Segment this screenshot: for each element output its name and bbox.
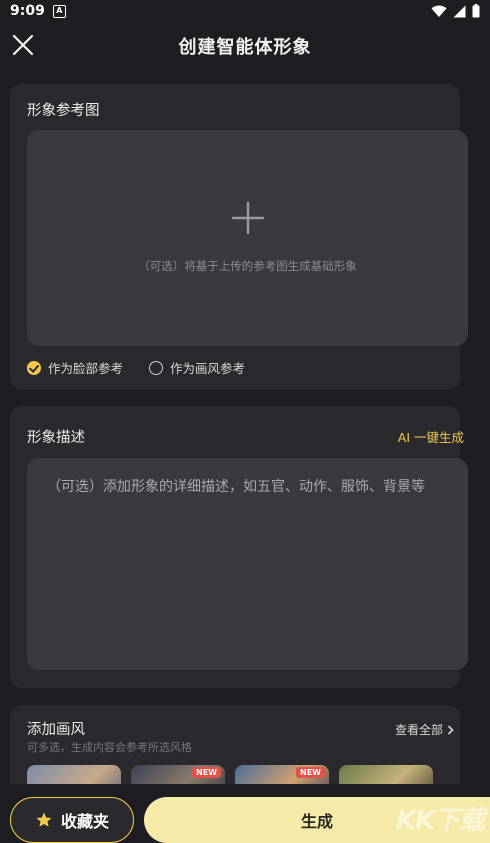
watermark-logo: KK下载 (395, 806, 485, 836)
generate-label: 生成 (300, 812, 333, 831)
radio-unchecked-icon (149, 360, 164, 375)
signal-icon (453, 5, 466, 17)
upload-hint: （可选）将基于上传的参考图生成基础形象 (138, 259, 357, 273)
close-icon[interactable] (10, 32, 36, 58)
page-title: 创建智能体形象 (178, 37, 312, 58)
favorites-label: 收藏夹 (60, 812, 109, 831)
style-reference-option[interactable]: 作为画风参考 (149, 358, 245, 377)
header: 创建智能体形象 (0, 24, 490, 68)
reference-upload-area[interactable]: （可选）将基于上传的参考图生成基础形象 (27, 130, 468, 346)
face-reference-label: 作为脸部参考 (48, 361, 124, 376)
style-thumbnail[interactable] (339, 765, 433, 785)
status-left: 9:09 A (10, 3, 66, 19)
style-thumbnail[interactable]: NEW (235, 765, 329, 785)
description-section-title: 形象描述 (27, 430, 85, 446)
style-thumbnails: NEW NEW (27, 765, 433, 785)
status-right (431, 4, 480, 18)
style-reference-label: 作为画风参考 (170, 361, 246, 376)
style-thumbnail[interactable] (27, 765, 121, 785)
new-badge: NEW (192, 767, 221, 778)
battery-icon (472, 4, 480, 18)
bottom-action-bar: 收藏夹 生成 KK下载 (0, 784, 490, 843)
style-section-subtitle: 可多选，生成内容会参考所选风格 (27, 741, 192, 754)
chevron-right-icon (447, 724, 454, 735)
plus-icon (231, 201, 265, 235)
style-section-title: 添加画风 (27, 722, 85, 738)
description-input[interactable]: （可选）添加形象的详细描述，如五官、动作、服饰、背景等 (27, 458, 468, 670)
style-thumbnail[interactable]: NEW (131, 765, 225, 785)
description-card: 形象描述 AI 一键生成 （可选）添加形象的详细描述，如五官、动作、服饰、背景等 (10, 406, 468, 688)
reference-mode-options: 作为脸部参考 作为画风参考 (27, 358, 245, 377)
new-badge: NEW (296, 767, 325, 778)
view-all-button[interactable]: 查看全部 (395, 721, 454, 738)
status-bar: 9:09 A (0, 0, 490, 22)
reference-image-card: 形象参考图 （可选）将基于上传的参考图生成基础形象 作为脸部参考 作为画风参考 (10, 84, 468, 390)
ai-generate-button[interactable]: AI 一键生成 (398, 427, 464, 446)
star-icon (36, 812, 52, 827)
reference-section-title: 形象参考图 (27, 103, 100, 119)
notification-app-icon: A (52, 4, 66, 18)
style-card: 添加画风 可多选，生成内容会参考所选风格 查看全部 NEW NEW (10, 705, 460, 785)
face-reference-option[interactable]: 作为脸部参考 (27, 358, 123, 377)
radio-checked-icon (27, 360, 41, 375)
wifi-icon (431, 5, 447, 17)
favorites-button[interactable]: 收藏夹 (10, 797, 134, 843)
view-all-label: 查看全部 (395, 723, 444, 737)
status-time: 9:09 (10, 3, 45, 19)
